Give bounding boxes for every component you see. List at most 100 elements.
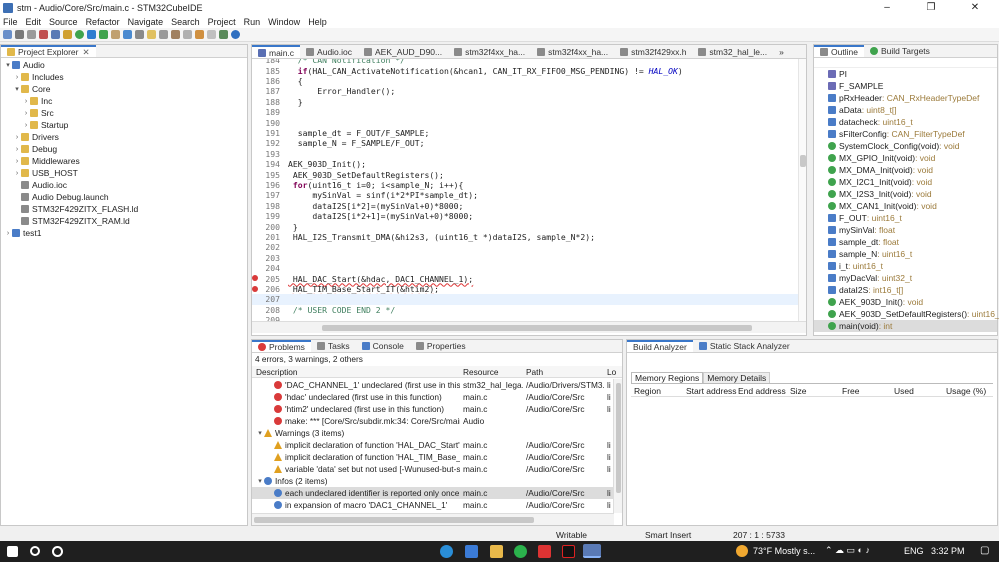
new-icon[interactable]	[3, 30, 12, 39]
outline-item[interactable]: AEK_903D_SetDefaultRegisters() : uint16_…	[814, 308, 999, 320]
problems-vscrollbar[interactable]	[613, 379, 622, 513]
menu-navigate[interactable]: Navigate	[128, 17, 164, 27]
minimize-button[interactable]: –	[865, 0, 909, 15]
code-line[interactable]: 204	[252, 263, 798, 273]
expand-right-icon[interactable]: ›	[22, 122, 30, 129]
search-icon[interactable]	[123, 30, 132, 39]
save-icon[interactable]	[15, 30, 24, 39]
expand-right-icon[interactable]: ›	[13, 146, 21, 153]
menu-help[interactable]: Help	[308, 17, 327, 27]
menu-source[interactable]: Source	[49, 17, 78, 27]
code-line[interactable]: 196 for(uint16_t i=0; i<sample_N; i++){	[252, 180, 798, 190]
code-line[interactable]: 200 }	[252, 221, 798, 232]
outline-item[interactable]: F_OUT : uint16_t	[814, 212, 997, 224]
edge-icon[interactable]	[440, 545, 453, 558]
expand-right-icon[interactable]: ›	[4, 230, 12, 237]
expand-right-icon[interactable]: ›	[22, 98, 30, 105]
code-line[interactable]: 205 HAL_DAC_Start(&hdac, DAC1_CHANNEL_1)…	[252, 273, 798, 284]
expand-down-icon[interactable]: ▾	[256, 477, 264, 485]
tab-problems[interactable]: Problems	[252, 340, 311, 352]
tool-icon[interactable]	[111, 30, 120, 39]
cubeide-taskbar-icon[interactable]	[583, 544, 601, 558]
problem-row[interactable]: variable 'data' set but not used [-Wunus…	[252, 463, 620, 475]
outline-item[interactable]: F_SAMPLE	[814, 80, 997, 92]
problem-row[interactable]: implicit declaration of function 'HAL_TI…	[252, 451, 620, 463]
notification-icon[interactable]: ▢	[980, 545, 989, 556]
scrollbar-thumb[interactable]	[322, 325, 752, 331]
tab-project-explorer[interactable]: Project Explorer ✕	[1, 45, 96, 57]
code-line[interactable]: 186 {	[252, 76, 798, 86]
outline-item[interactable]: sample_dt : float	[814, 236, 997, 248]
problem-row[interactable]: ▾ Infos (2 items)	[252, 475, 620, 487]
outline-item[interactable]: MX_DMA_Init(void) : void	[814, 164, 997, 176]
folder-icon[interactable]	[63, 30, 72, 39]
outline-item[interactable]: MX_CAN1_Init(void) : void	[814, 200, 997, 212]
tab-build-targets[interactable]: Build Targets	[864, 45, 936, 57]
scrollbar-thumb[interactable]	[616, 383, 621, 493]
editor-tab[interactable]: main.c	[252, 45, 301, 58]
problems-hscrollbar[interactable]	[252, 513, 614, 525]
editor-tab[interactable]: AEK_AUD_D90...	[358, 45, 448, 58]
tab-static-stack-analyzer[interactable]: Static Stack Analyzer	[693, 340, 796, 352]
tree-item[interactable]: › Inc	[1, 95, 247, 107]
tab-memory-regions[interactable]: Memory Regions	[631, 372, 704, 383]
tree-item[interactable]: › Drivers	[1, 131, 247, 143]
whatsapp-icon[interactable]	[514, 545, 527, 558]
tree-item[interactable]: › Startup	[1, 119, 247, 131]
run-icon[interactable]	[75, 30, 84, 39]
menu-edit[interactable]: Edit	[26, 17, 42, 27]
expand-down-icon[interactable]: ▾	[256, 429, 264, 437]
file-explorer-icon[interactable]	[490, 545, 503, 558]
open-type-icon[interactable]	[135, 30, 144, 39]
outline-item[interactable]: MX_GPIO_Init(void) : void	[814, 152, 997, 164]
outline-item[interactable]: datacheck : uint16_t	[814, 116, 997, 128]
outline-item[interactable]: pRxHeader : CAN_RxHeaderTypeDef	[814, 92, 997, 104]
close-button[interactable]: ✕	[953, 0, 997, 15]
expand-right-icon[interactable]: ›	[22, 110, 30, 117]
code-line[interactable]: 207	[252, 294, 798, 305]
code-line[interactable]: 194 AEK_903D_Init();	[252, 159, 798, 169]
tab-properties[interactable]: Properties	[410, 340, 472, 352]
toggle-icon[interactable]	[159, 30, 168, 39]
problem-row[interactable]: make: *** [Core/Src/subdir.mk:34: Core/S…	[252, 415, 620, 427]
tab-build-analyzer[interactable]: Build Analyzer	[627, 340, 693, 352]
restore-button[interactable]: ❐	[909, 0, 953, 15]
save-all-icon[interactable]	[27, 30, 36, 39]
menu-run[interactable]: Run	[244, 17, 261, 27]
problem-row[interactable]: implicit declaration of function 'HAL_DA…	[252, 439, 620, 451]
code-line[interactable]: 185 if(HAL_CAN_ActivateNotification(&hca…	[252, 65, 798, 76]
column-size[interactable]: Size	[790, 386, 807, 396]
info-icon[interactable]	[231, 30, 240, 39]
code-line[interactable]: 197 mySinVal = sinf(i*2*PI*sample_dt);	[252, 190, 798, 200]
outline-item[interactable]: i_t : uint16_t	[814, 260, 997, 272]
scrollbar-thumb[interactable]	[254, 517, 534, 523]
editor-tab[interactable]: stm32_hal_le...	[692, 45, 773, 58]
tree-item[interactable]: ▾ Core	[1, 83, 247, 95]
cortana-icon[interactable]	[52, 546, 63, 557]
tab-tasks[interactable]: Tasks	[311, 340, 356, 352]
column-region[interactable]: Region	[634, 386, 661, 396]
weather-icon[interactable]	[736, 545, 748, 557]
build-icon[interactable]	[39, 30, 48, 39]
outline-item[interactable]: myDacVal : uint32_t	[814, 272, 997, 284]
code-line[interactable]: 206 HAL_TIM_Base_Start_IT(&htim2);	[252, 284, 798, 294]
outline-item[interactable]: MX_I2C1_Init(void) : void	[814, 176, 997, 188]
run-config-icon[interactable]	[99, 30, 108, 39]
pdf-app-icon[interactable]	[538, 545, 551, 558]
code-line[interactable]: 203	[252, 253, 798, 263]
debug-icon[interactable]	[87, 30, 96, 39]
tree-item[interactable]: › Src	[1, 107, 247, 119]
expand-right-icon[interactable]: ›	[13, 158, 21, 165]
code-line[interactable]: 199 dataI2S[i*2+1]=(mySinVal+0)*8000;	[252, 211, 798, 221]
outline-item[interactable]: main(void) : int	[814, 320, 997, 332]
netflix-icon[interactable]	[562, 545, 575, 558]
editor-tab[interactable]: stm32f429xx.h	[614, 45, 692, 58]
tab-overflow[interactable]: »	[773, 45, 790, 58]
settings-icon[interactable]	[51, 30, 60, 39]
editor-tab[interactable]: stm32f4xx_ha...	[531, 45, 614, 58]
outline-item[interactable]: aData : uint8_t[]	[814, 104, 997, 116]
problem-row[interactable]: 'hdac' undeclared (first use in this fun…	[252, 391, 620, 403]
expand-down-icon[interactable]: ▾	[4, 61, 12, 69]
tab-memory-details[interactable]: Memory Details	[703, 372, 771, 383]
back-icon[interactable]	[195, 30, 204, 39]
